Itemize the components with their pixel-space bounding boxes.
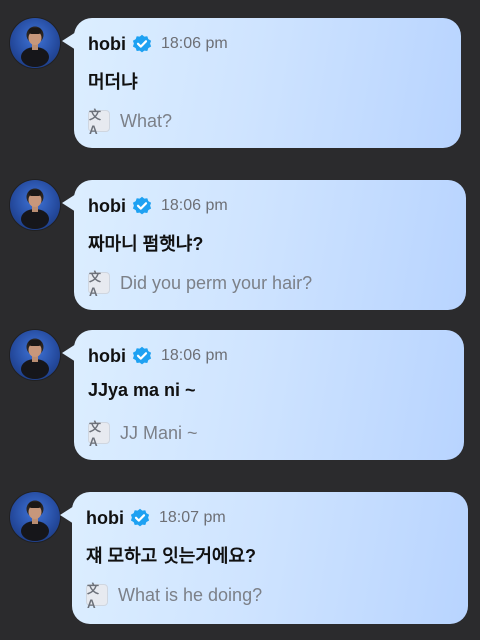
message-text: 쟤 모하고 잇는거에요? — [86, 546, 257, 566]
verified-badge-icon — [132, 196, 152, 216]
translate-icon: 文A — [88, 108, 110, 137]
message-bubble[interactable]: hobi 18:07 pm 쟤 모하고 잇는거에요? 文A What is he… — [60, 492, 468, 624]
author-name[interactable]: hobi — [86, 508, 124, 529]
message-bubble[interactable]: hobi 18:06 pm 머더냐 文A What? — [62, 18, 461, 148]
translate-icon: 文A — [86, 582, 108, 611]
avatar-icon — [21, 500, 49, 541]
avatar[interactable] — [10, 18, 60, 68]
translation-text: What is he doing? — [118, 584, 263, 605]
message-bubble[interactable]: hobi 18:06 pm 짜마니 펌햇냐? 文A Did you perm y… — [62, 180, 466, 310]
bubble-tail — [60, 506, 74, 524]
translate-icon: 文A — [88, 270, 110, 299]
message-header: hobi 18:06 pm — [88, 32, 228, 56]
message-bubble[interactable]: hobi 18:06 pm JJya ma ni ~ 文A JJ Mani ~ — [62, 330, 464, 460]
message-header: hobi 18:07 pm — [86, 506, 226, 530]
avatar-icon — [21, 26, 49, 67]
translation-row[interactable]: 文A Did you perm your hair? — [88, 270, 313, 299]
translation-row[interactable]: 文A What is he doing? — [86, 582, 263, 611]
author-name[interactable]: hobi — [88, 196, 126, 217]
message-header: hobi 18:06 pm — [88, 344, 228, 368]
translation-text: Did you perm your hair? — [120, 272, 313, 293]
message-header: hobi 18:06 pm — [88, 194, 228, 218]
avatar-icon — [21, 338, 49, 379]
message-text: JJya ma ni ~ — [88, 380, 196, 400]
bubble-tail — [62, 194, 76, 212]
author-name[interactable]: hobi — [88, 346, 126, 367]
avatar[interactable] — [10, 492, 60, 542]
message-time: 18:07 pm — [159, 509, 226, 526]
verified-badge-icon — [130, 508, 150, 528]
author-name[interactable]: hobi — [88, 34, 126, 55]
verified-badge-icon — [132, 346, 152, 366]
bubble-tail — [62, 344, 76, 362]
avatar[interactable] — [10, 180, 60, 230]
message-time: 18:06 pm — [161, 35, 228, 52]
translation-row[interactable]: 文A JJ Mani ~ — [88, 420, 198, 449]
avatar-icon — [21, 188, 49, 229]
message-text: 머더냐 — [88, 72, 138, 92]
translate-icon: 文A — [88, 420, 110, 449]
bubble-tail — [62, 32, 76, 50]
translation-text: JJ Mani ~ — [120, 422, 198, 443]
message-text: 짜마니 펌햇냐? — [88, 234, 204, 254]
avatar[interactable] — [10, 330, 60, 380]
translation-row[interactable]: 文A What? — [88, 108, 173, 137]
message-time: 18:06 pm — [161, 197, 228, 214]
verified-badge-icon — [132, 34, 152, 54]
message-time: 18:06 pm — [161, 347, 228, 364]
translation-text: What? — [120, 110, 173, 131]
